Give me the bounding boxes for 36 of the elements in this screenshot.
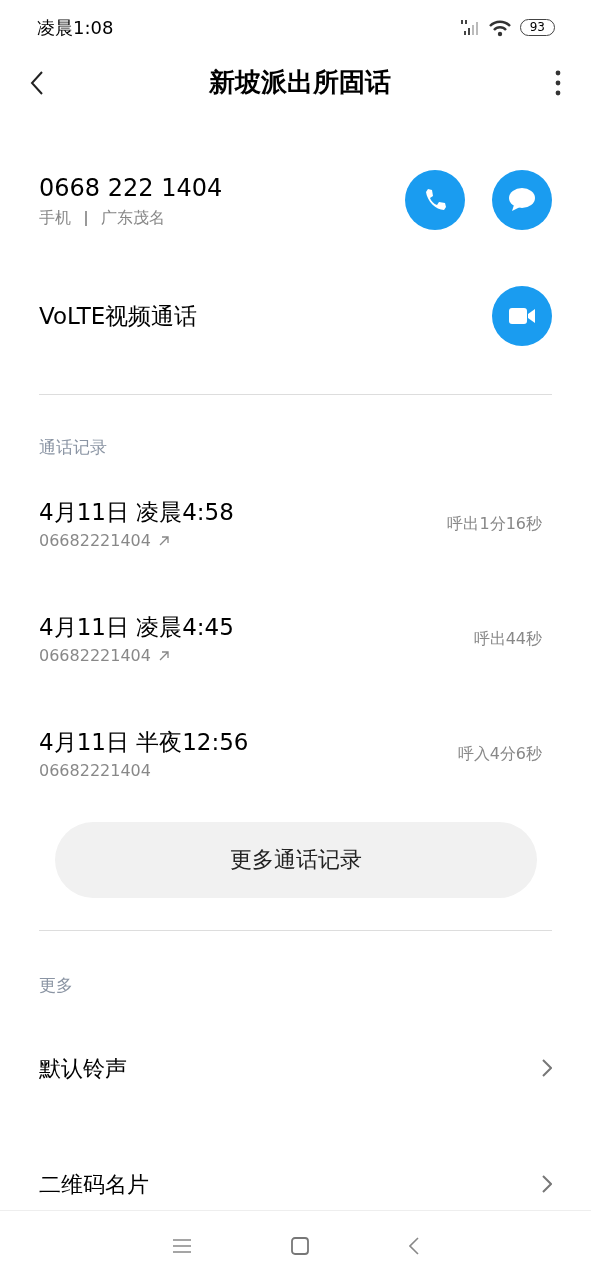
page-title: 新坡派出所固话	[208, 66, 391, 99]
chat-bubble-icon	[508, 187, 536, 213]
chevron-right-icon	[542, 1175, 552, 1193]
number-type: 手机	[39, 207, 71, 229]
wifi-icon	[487, 18, 512, 37]
home-square-icon[interactable]	[290, 1236, 309, 1255]
call-duration: 呼出44秒	[473, 628, 542, 650]
more-icon	[555, 69, 561, 96]
message-button[interactable]	[492, 170, 552, 230]
number-location: 广东茂名	[100, 207, 165, 229]
more-call-log-button[interactable]: 更多通话记录	[54, 821, 537, 898]
video-call-button[interactable]	[492, 286, 552, 346]
video-camera-icon	[509, 307, 535, 325]
menu-icon[interactable]	[172, 1237, 191, 1254]
chevron-right-icon	[542, 1059, 552, 1077]
back-button[interactable]	[30, 69, 44, 96]
call-date: 4月11日 半夜12:56	[39, 727, 249, 757]
back-icon	[30, 69, 44, 96]
call-number: 06682221404	[39, 530, 151, 553]
call-duration: 呼入4分6秒	[457, 743, 542, 765]
menu-item-label: 二维码名片	[39, 1170, 149, 1199]
phone-number: 0668 222 1404	[39, 173, 223, 204]
call-duration: 呼出1分16秒	[447, 513, 542, 535]
video-call-label: VoLTE视频通话	[39, 301, 198, 331]
call-button[interactable]	[405, 170, 465, 230]
section-heading: 通话记录	[38, 436, 108, 459]
more-button[interactable]	[555, 69, 561, 96]
call-number: 06682221404	[39, 760, 151, 783]
back-nav-icon[interactable]	[408, 1236, 419, 1255]
call-date: 4月11日 凌晨4:58	[39, 497, 234, 527]
signal-icon	[459, 18, 480, 37]
status-time: 凌晨1:08	[37, 16, 114, 40]
section-heading: 更多	[38, 973, 74, 997]
menu-item-label: 默认铃声	[39, 1054, 127, 1083]
call-number: 06682221404	[39, 645, 151, 668]
call-date: 4月11日 凌晨4:45	[39, 612, 234, 642]
